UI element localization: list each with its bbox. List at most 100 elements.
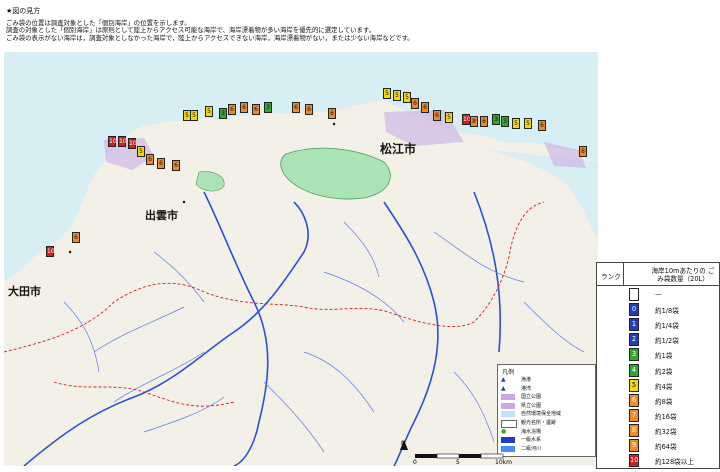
legend-rank-row: 4 約2袋 <box>597 363 719 378</box>
garbage-bag-marker: 5 <box>190 110 198 121</box>
legend-text: 県立公園 <box>521 402 542 409</box>
map-legend-row: 自然環境保全地域 <box>501 410 595 418</box>
legend-swatch: ▲ <box>501 384 506 392</box>
map-legend-title: 凡例 <box>502 369 515 376</box>
rank-badge: 3 <box>629 348 639 362</box>
map-legend-row: 国立公園 <box>501 393 595 401</box>
notes-heading: ★図の見方 <box>6 7 41 15</box>
garbage-bag-marker: 3 <box>492 114 500 125</box>
rank-badge: 0 <box>629 303 639 317</box>
rank-label: 約2袋 <box>655 367 673 376</box>
garbage-bag-marker: 10 <box>462 114 471 125</box>
garbage-bag-marker: 6 <box>157 158 165 169</box>
rank-legend: ランク 海岸10mあたりの ごみ袋数量（20L） — 0 約1/8袋 1 約1/4袋 2 約… <box>596 262 720 469</box>
garbage-bag-marker: 5 <box>403 92 411 103</box>
garbage-bag-marker: 10 <box>46 246 55 257</box>
garbage-bag-marker: 6 <box>252 104 260 115</box>
map-legend-row: ▲ 漁港 <box>501 376 595 384</box>
legend-text: 観光名所・遺跡 <box>521 420 557 426</box>
garbage-bag-marker: 6 <box>328 108 336 119</box>
garbage-bag-marker: 6 <box>172 160 180 171</box>
scale-bar: N 0 5 10km <box>395 440 595 466</box>
rank-label: 約16袋 <box>655 412 677 421</box>
garbage-bag-marker: 8 <box>579 146 587 157</box>
garbage-bag-marker: 6 <box>292 102 300 113</box>
north-label: N <box>401 440 406 447</box>
garbage-bag-marker: 5 <box>445 112 453 123</box>
garbage-bag-marker: 10 <box>128 138 137 149</box>
map-legend-row: 観光名所・遺跡 <box>501 419 595 428</box>
garbage-bag-marker: 5 <box>137 146 145 157</box>
rank-label: 約1/4袋 <box>655 322 679 331</box>
legend-swatch: ▲ <box>501 376 506 383</box>
legend-rank-row: 0 約1/8袋 <box>597 302 719 317</box>
scale-label-5: 5 <box>456 459 460 466</box>
garbage-bag-marker: 8 <box>470 116 478 127</box>
legend-rank-row: 6 約8袋 <box>597 393 719 408</box>
legend-swatch <box>501 402 515 409</box>
legend-text: 海水浴場 <box>521 428 542 435</box>
garbage-bag-marker: 6 <box>421 102 429 113</box>
rank-badge: 10 <box>629 454 639 468</box>
garbage-bag-marker: 5 <box>512 118 520 129</box>
city-label-oda: 大田市 <box>8 285 41 298</box>
rank-label: 約1/8袋 <box>655 307 679 316</box>
legend-rank-row: 3 約1袋 <box>597 347 719 362</box>
map-notes: ★図の見方 ごみ袋の位置は調査対象とした「個別海岸」の位置を示します。 調査の対… <box>6 7 606 42</box>
legend-swatch <box>501 394 515 401</box>
garbage-bag-marker: 3 <box>264 102 272 113</box>
rank-badge: 8 <box>629 423 639 437</box>
legend-text: 国立公園 <box>521 394 542 401</box>
rank-label: — <box>655 290 662 298</box>
legend-rank-row: 7 約16袋 <box>597 408 719 423</box>
rank-label: 約8袋 <box>655 397 673 406</box>
notes-line: ごみ袋の表示がない海岸は，調査対象としなかった海岸で，陸上からアクセスできない海… <box>6 33 414 42</box>
garbage-bag-marker: 10 <box>108 136 117 147</box>
rank-label: 約64袋 <box>655 443 677 451</box>
garbage-bag-marker: 10 <box>118 136 127 147</box>
rank-badge: 2 <box>629 333 639 347</box>
legend-rank-row: — <box>597 287 719 302</box>
rank-header: ランク <box>601 273 621 281</box>
garbage-bag-marker: 3 <box>501 116 509 127</box>
legend-rank-row: 2 約1/2袋 <box>597 332 719 347</box>
legend-rank-row: 9 約64袋 <box>597 438 719 453</box>
garbage-bag-marker: 6 <box>480 116 488 127</box>
rank-label: 約4袋 <box>655 382 673 391</box>
garbage-bag-marker: 6 <box>240 102 248 113</box>
rank-label: 約1/2袋 <box>655 337 679 346</box>
rank-label: 約128袋以上 <box>655 458 694 467</box>
rank-badge: 1 <box>629 318 639 332</box>
legend-rank-row: 1 約1/4袋 <box>597 317 719 332</box>
garbage-bag-marker: 6 <box>433 110 441 121</box>
garbage-bag-marker: 6 <box>228 104 236 115</box>
map-legend-row: 県立公園 <box>501 402 595 410</box>
legend-text: 自然環境保全地域 <box>521 411 562 418</box>
garbage-bag-marker: 6 <box>72 232 80 243</box>
legend-rank-row: 10 約128袋以上 <box>597 453 719 468</box>
garbage-bag-marker: 3 <box>219 108 227 119</box>
garbage-bag-marker: 5 <box>205 106 213 117</box>
map-legend-row: ▲ 港湾 <box>501 385 595 393</box>
rank-badge: 4 <box>629 363 639 377</box>
garbage-bag-marker: 6 <box>146 154 154 165</box>
map-legend-row: ● 海水浴場 <box>501 428 595 436</box>
city-label-matsue: 松江市 <box>380 142 417 156</box>
garbage-bag-marker: 5 <box>383 88 391 99</box>
rank-badge: 7 <box>629 408 639 422</box>
scale-label-10km: 10km <box>495 459 512 466</box>
scale-label-0: 0 <box>413 459 417 466</box>
legend-swatch: ● <box>501 427 507 435</box>
rank-badge: 6 <box>629 393 639 407</box>
garbage-bag-marker: 6 <box>305 104 313 115</box>
garbage-bag-marker: 6 <box>538 120 546 131</box>
rank-legend-header: ランク 海岸10mあたりの ごみ袋数量（20L） <box>597 263 719 286</box>
rank-badge <box>629 288 639 301</box>
legend-text: 港湾 <box>521 385 532 392</box>
rank-label: 約1袋 <box>655 352 673 361</box>
legend-rank-row: 8 約32袋 <box>597 423 719 438</box>
garbage-bag-marker: 5 <box>524 118 532 129</box>
legend-rank-row: 5 約4袋 <box>597 378 719 393</box>
rank-badge: 5 <box>629 378 639 392</box>
rank-badge: 9 <box>629 439 639 452</box>
